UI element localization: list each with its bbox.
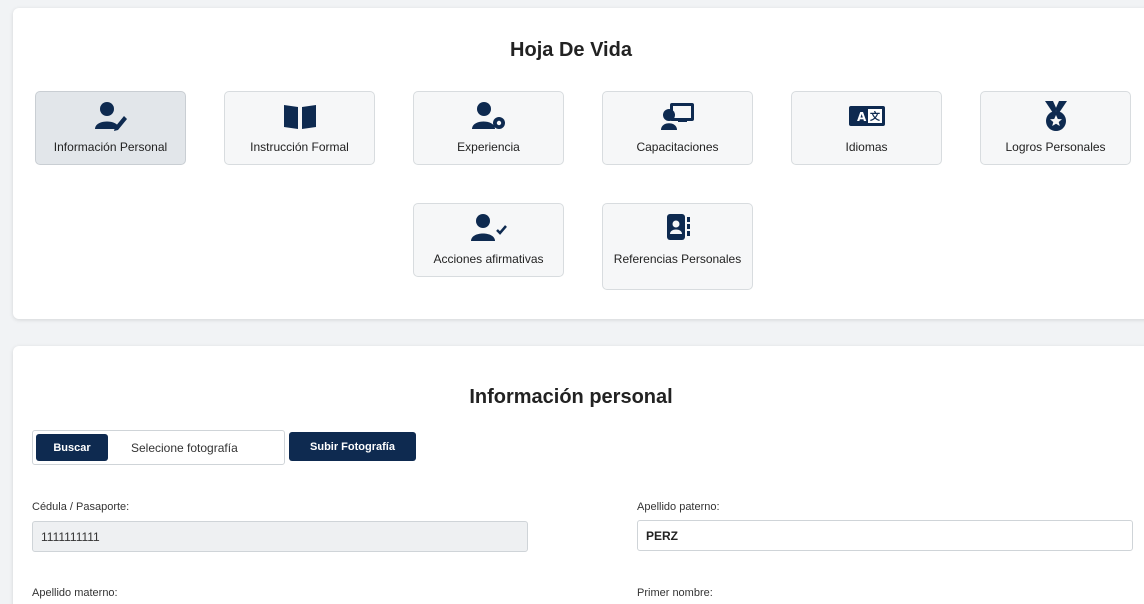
- svg-text:文: 文: [870, 110, 881, 123]
- field-label-primer-nombre: Primer nombre:: [637, 587, 713, 599]
- cv-sections-card: Hoja De Vida Información Personal Instru…: [13, 8, 1144, 319]
- svg-text:A: A: [857, 110, 867, 124]
- section-title: Información personal: [469, 386, 673, 408]
- user-check-icon: [414, 212, 563, 244]
- user-gear-icon: [414, 100, 563, 132]
- photo-file-picker[interactable]: Buscar Selecione fotografía: [32, 430, 285, 465]
- tile-label: Instrucción Formal: [250, 140, 349, 154]
- tile-label: Referencias Personales: [613, 252, 742, 266]
- field-label-apellido-paterno: Apellido paterno:: [637, 501, 720, 513]
- tile-acciones-afirmativas[interactable]: Acciones afirmativas: [413, 203, 564, 277]
- field-label-cedula: Cédula / Pasaporte:: [32, 501, 130, 513]
- tile-referencias-personales[interactable]: Referencias Personales: [602, 203, 753, 290]
- tile-logros-personales[interactable]: Logros Personales: [980, 91, 1131, 165]
- address-book-icon: [603, 212, 752, 244]
- chalkboard-teacher-icon: [603, 100, 752, 132]
- tile-label: Acciones afirmativas: [433, 252, 544, 266]
- tile-idiomas[interactable]: A 文 Idiomas: [791, 91, 942, 165]
- cv-title: Hoja De Vida: [510, 39, 632, 61]
- upload-photo-button[interactable]: Subir Fotografía: [289, 432, 416, 461]
- medal-icon: [981, 100, 1130, 132]
- cedula-input[interactable]: 1111111111: [32, 521, 528, 552]
- file-placeholder: Selecione fotografía: [131, 441, 238, 455]
- apellido-paterno-input[interactable]: PERZ: [637, 520, 1133, 551]
- tile-label: Idiomas: [845, 140, 888, 154]
- user-edit-icon: [36, 100, 185, 132]
- tile-label: Logros Personales: [1005, 140, 1106, 154]
- tile-informacion-personal[interactable]: Información Personal: [35, 91, 186, 165]
- browse-button[interactable]: Buscar: [36, 434, 108, 461]
- personal-info-card: Información personal Buscar Selecione fo…: [13, 346, 1144, 604]
- field-label-apellido-materno: Apellido materno:: [32, 587, 118, 599]
- tile-label: Experiencia: [457, 140, 520, 154]
- tile-label: Información Personal: [53, 140, 168, 154]
- language-icon: A 文: [792, 100, 941, 132]
- tile-label: Capacitaciones: [636, 140, 719, 154]
- tile-instruccion-formal[interactable]: Instrucción Formal: [224, 91, 375, 165]
- tile-experiencia[interactable]: Experiencia: [413, 91, 564, 165]
- book-open-icon: [225, 100, 374, 132]
- tile-capacitaciones[interactable]: Capacitaciones: [602, 91, 753, 165]
